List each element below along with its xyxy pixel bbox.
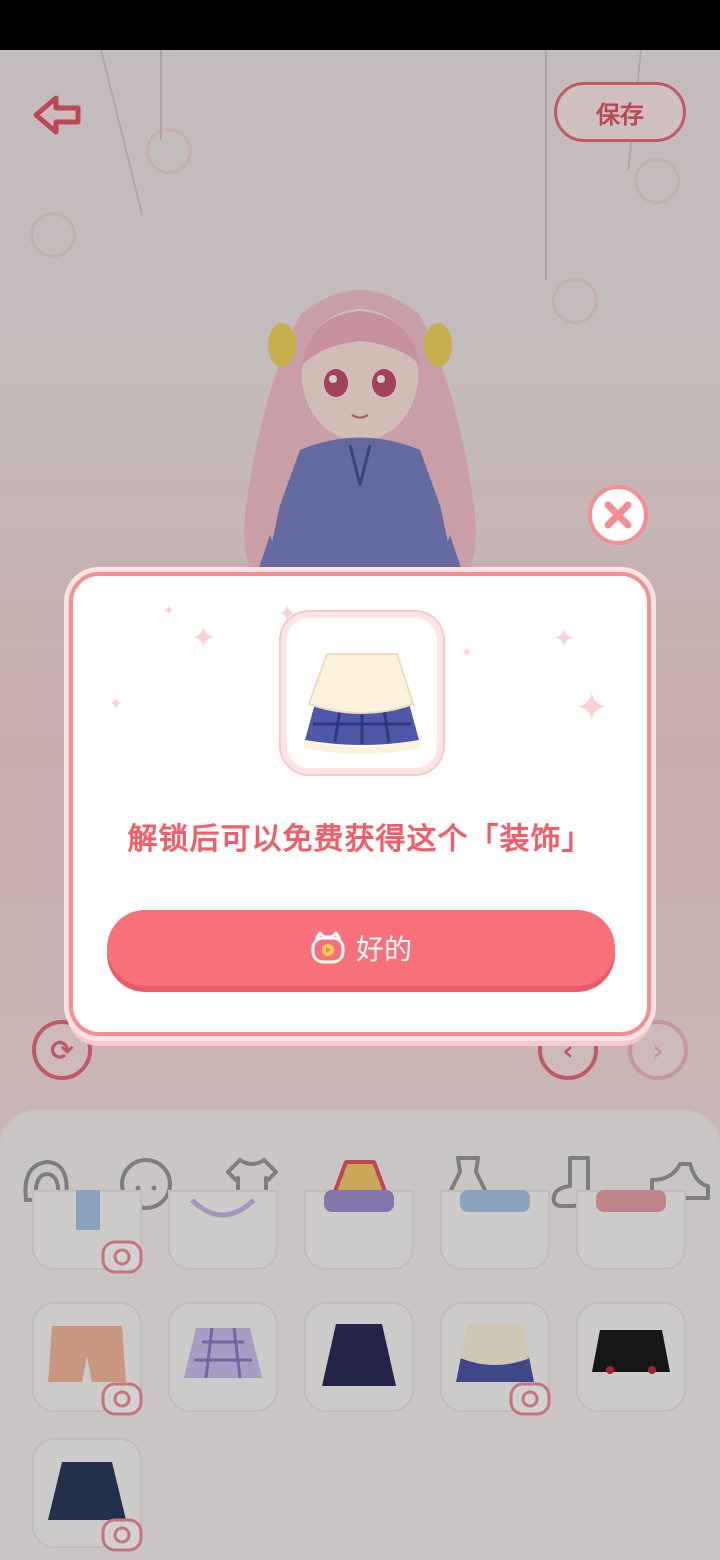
- status-bar: [0, 0, 720, 50]
- unlock-message: 解锁后可以免费获得这个「装饰」: [127, 822, 593, 857]
- sparkle-decoration: ✦: [163, 603, 175, 619]
- item-preview: [287, 618, 437, 768]
- unlock-dialog: ✦ ✦ ✦ ✦ ✦ ✦ ✦ ✦ 解锁后可以免费获得这个「装饰」 好的: [69, 572, 651, 1036]
- sparkle-decoration: ✦: [191, 621, 217, 656]
- video-unlock-icon: [311, 931, 345, 964]
- sparkle-decoration: ✦: [553, 624, 575, 654]
- close-icon[interactable]: [586, 483, 650, 547]
- sparkle-decoration: ✦: [461, 645, 473, 661]
- ok-button-label: 好的: [355, 933, 412, 966]
- ok-button[interactable]: 好的: [107, 910, 615, 986]
- sparkle-decoration: ✦: [575, 685, 609, 731]
- sparkle-decoration: ✦: [109, 694, 123, 713]
- layered-plaid-skirt-image: [303, 653, 421, 754]
